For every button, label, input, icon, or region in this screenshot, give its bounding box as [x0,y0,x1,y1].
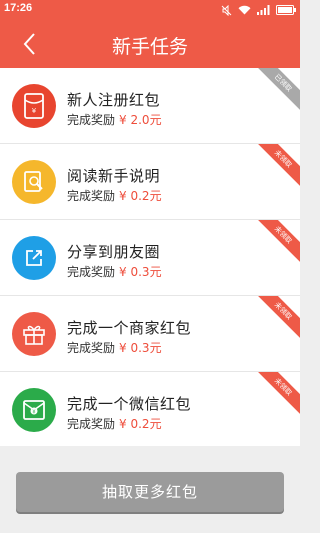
nav-bar: 新手任务 [0,20,300,68]
battery-icon [276,5,296,15]
wifi-icon [238,5,251,15]
reward-amount: ¥ 0.2 [119,417,150,431]
document-search-icon [24,171,43,192]
status-bar: 17:26 [0,0,300,20]
task-icon [12,312,56,356]
task-name: 完成一个商家红包 [67,319,192,337]
status-ribbon: 已领取 [247,68,300,119]
task-name: 分享到朋友圈 [67,243,161,261]
signal-icon [257,5,270,15]
status-icons [221,4,296,16]
task-reward: 完成奖励 ¥ 0.2元 [67,187,162,204]
task-name: 阅读新手说明 [67,167,161,185]
red-envelope-icon: ¥ [24,93,44,119]
reward-label: 完成奖励 [67,113,116,127]
task-icon: ¥ [12,84,56,128]
status-ribbon: 未领取 [247,296,300,347]
reward-unit: 元 [149,113,162,127]
task-list: ¥ 新人注册红包 完成奖励 ¥ 2.0元 已领取 阅读新手说明 完成奖励 ¥ 0.2… [0,68,300,446]
reward-label: 完成奖励 [67,417,116,431]
reward-amount: ¥ 0.2 [119,189,150,203]
reward-label: 完成奖励 [67,189,116,203]
task-reward: 完成奖励 ¥ 0.3元 [67,263,162,280]
task-reward: 完成奖励 ¥ 0.3元 [67,339,162,356]
reward-unit: 元 [149,189,162,203]
reward-unit: 元 [149,341,162,355]
status-time: 17:26 [4,2,33,14]
task-reward: 完成奖励 ¥ 2.0元 [67,111,162,128]
status-ribbon: 未领取 [247,372,300,423]
reward-amount: ¥ 0.3 [119,341,150,355]
wechat-envelope-icon: ¥ [23,400,45,420]
task-item-register[interactable]: ¥ 新人注册红包 完成奖励 ¥ 2.0元 已领取 [0,68,300,144]
task-icon: ¥ [12,388,56,432]
share-icon [26,250,42,266]
task-item-read-guide[interactable]: 阅读新手说明 完成奖励 ¥ 0.2元 未领取 [0,144,300,220]
gift-icon [23,325,45,345]
reward-unit: 元 [149,417,162,431]
page-title: 新手任务 [111,36,188,58]
reward-unit: 元 [149,265,162,279]
task-name: 新人注册红包 [67,91,161,109]
reward-amount: ¥ 0.3 [119,265,150,279]
task-icon [12,160,56,204]
reward-label: 完成奖励 [67,341,116,355]
task-name: 完成一个微信红包 [67,395,192,413]
status-ribbon: 未领取 [247,144,300,195]
task-item-share-moments[interactable]: 分享到朋友圈 完成奖励 ¥ 0.3元 未领取 [0,220,300,296]
svg-text:¥: ¥ [32,409,35,415]
task-icon [12,236,56,280]
task-reward: 完成奖励 ¥ 0.2元 [67,415,162,432]
task-item-merchant-envelope[interactable]: 完成一个商家红包 完成奖励 ¥ 0.3元 未领取 [0,296,300,372]
task-item-wechat-envelope[interactable]: ¥ 完成一个微信红包 完成奖励 ¥ 0.2元 未领取 [0,372,300,446]
reward-label: 完成奖励 [67,265,116,279]
draw-more-envelopes-button[interactable]: 抽取更多红包 [16,472,284,512]
status-ribbon: 未领取 [247,220,300,271]
svg-text:¥: ¥ [32,107,37,115]
mute-icon [221,4,232,16]
reward-amount: ¥ 2.0 [119,113,150,127]
